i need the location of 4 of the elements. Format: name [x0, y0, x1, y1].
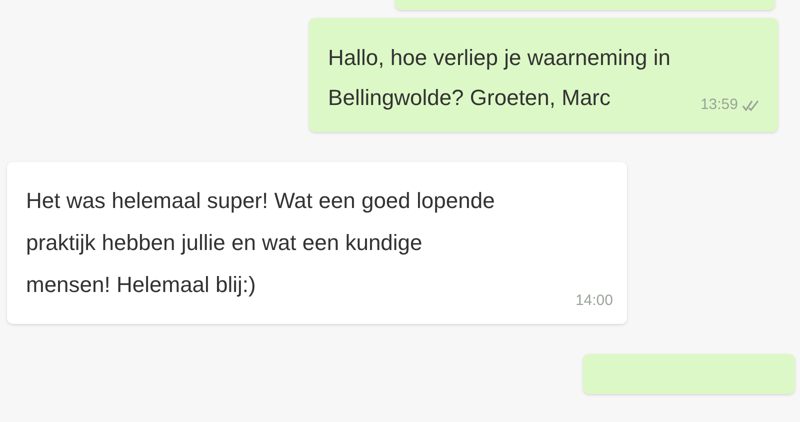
message-text: Hallo, hoe verliep je waarneming in Bellingwolde? Groeten, Marc	[328, 44, 670, 112]
message-time: 14:00	[575, 290, 613, 310]
message-text: Het was helemaal super! Wat een goed lopende praktijk hebben jullie en wat een kundige mensen! Helemaal blij:)	[26, 187, 495, 299]
message-time: 13:59	[700, 94, 738, 114]
